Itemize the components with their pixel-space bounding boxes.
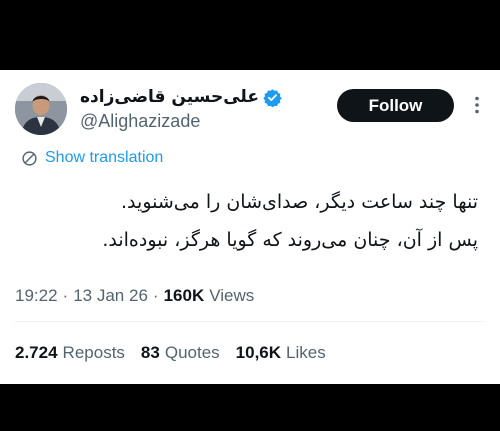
tweet-meta: 19:22 · 13 Jan 26 · 160K Views	[15, 286, 254, 306]
reposts-label: Reposts	[62, 343, 125, 362]
tweet-card: علی‌حسین قاضی‌زاده @Alighazizade Follow …	[0, 70, 500, 384]
tweet-line-2: پس از آن، چنان می‌روند که گویا هرگز، نبو…	[102, 229, 478, 251]
likes-label: Likes	[286, 343, 326, 362]
reposts-count: 2.724	[15, 343, 58, 362]
meta-separator: ·	[152, 286, 159, 305]
ellipsis-icon	[475, 96, 479, 114]
views-count: 160K	[163, 286, 205, 305]
more-options-button[interactable]	[466, 94, 488, 116]
meta-separator: ·	[62, 286, 69, 305]
divider	[15, 321, 485, 322]
views-label: Views	[209, 286, 255, 305]
tweet-time[interactable]: 19:22	[15, 286, 58, 306]
globe-icon	[22, 150, 37, 166]
engagement-stats: 2.724 Reposts 83 Quotes 10,6K Likes	[15, 343, 326, 363]
tweet-text: تنها چند ساعت دیگر، صدای‌شان را می‌شنوید…	[18, 183, 478, 259]
author-display-name[interactable]: علی‌حسین قاضی‌زاده	[80, 87, 259, 107]
show-translation-label[interactable]: Show translation	[45, 149, 163, 167]
follow-button[interactable]: Follow	[337, 89, 454, 122]
quotes-label: Quotes	[164, 343, 220, 362]
avatar[interactable]	[15, 83, 67, 135]
quotes-count: 83	[140, 343, 160, 362]
likes-stat[interactable]: 10,6K Likes	[236, 343, 326, 363]
author-handle[interactable]: @Alighazizade	[80, 111, 200, 132]
verified-badge-icon	[263, 88, 282, 107]
reposts-stat[interactable]: 2.724 Reposts	[15, 343, 125, 363]
tweet-line-1: تنها چند ساعت دیگر، صدای‌شان را می‌شنوید…	[121, 191, 478, 213]
quotes-stat[interactable]: 83 Quotes	[141, 343, 220, 363]
likes-count: 10,6K	[235, 343, 282, 362]
avatar-photo	[15, 83, 67, 135]
show-translation-link[interactable]: Show translation	[21, 149, 163, 167]
author-name-row[interactable]: علی‌حسین قاضی‌زاده	[80, 85, 282, 109]
tweet-date[interactable]: 13 Jan 26	[73, 286, 148, 306]
